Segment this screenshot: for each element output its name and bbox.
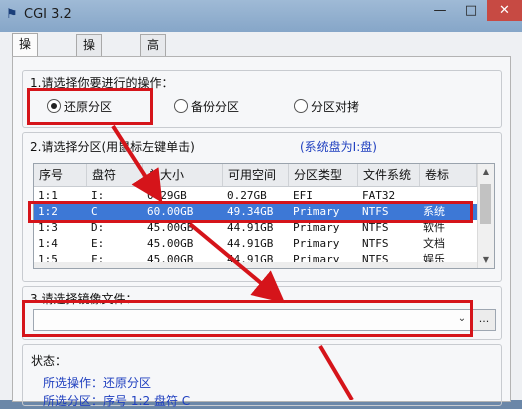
app-window: ⚑ CGI 3.2 — □ ✕ 操作分区 操作硬盘 高 级 1.请选择你要进行的… (0, 0, 522, 408)
arrow-to-row (111, 124, 163, 203)
annotation-arrows (111, 124, 354, 400)
arrow-to-status (318, 344, 354, 400)
arrow-to-image (188, 222, 286, 304)
